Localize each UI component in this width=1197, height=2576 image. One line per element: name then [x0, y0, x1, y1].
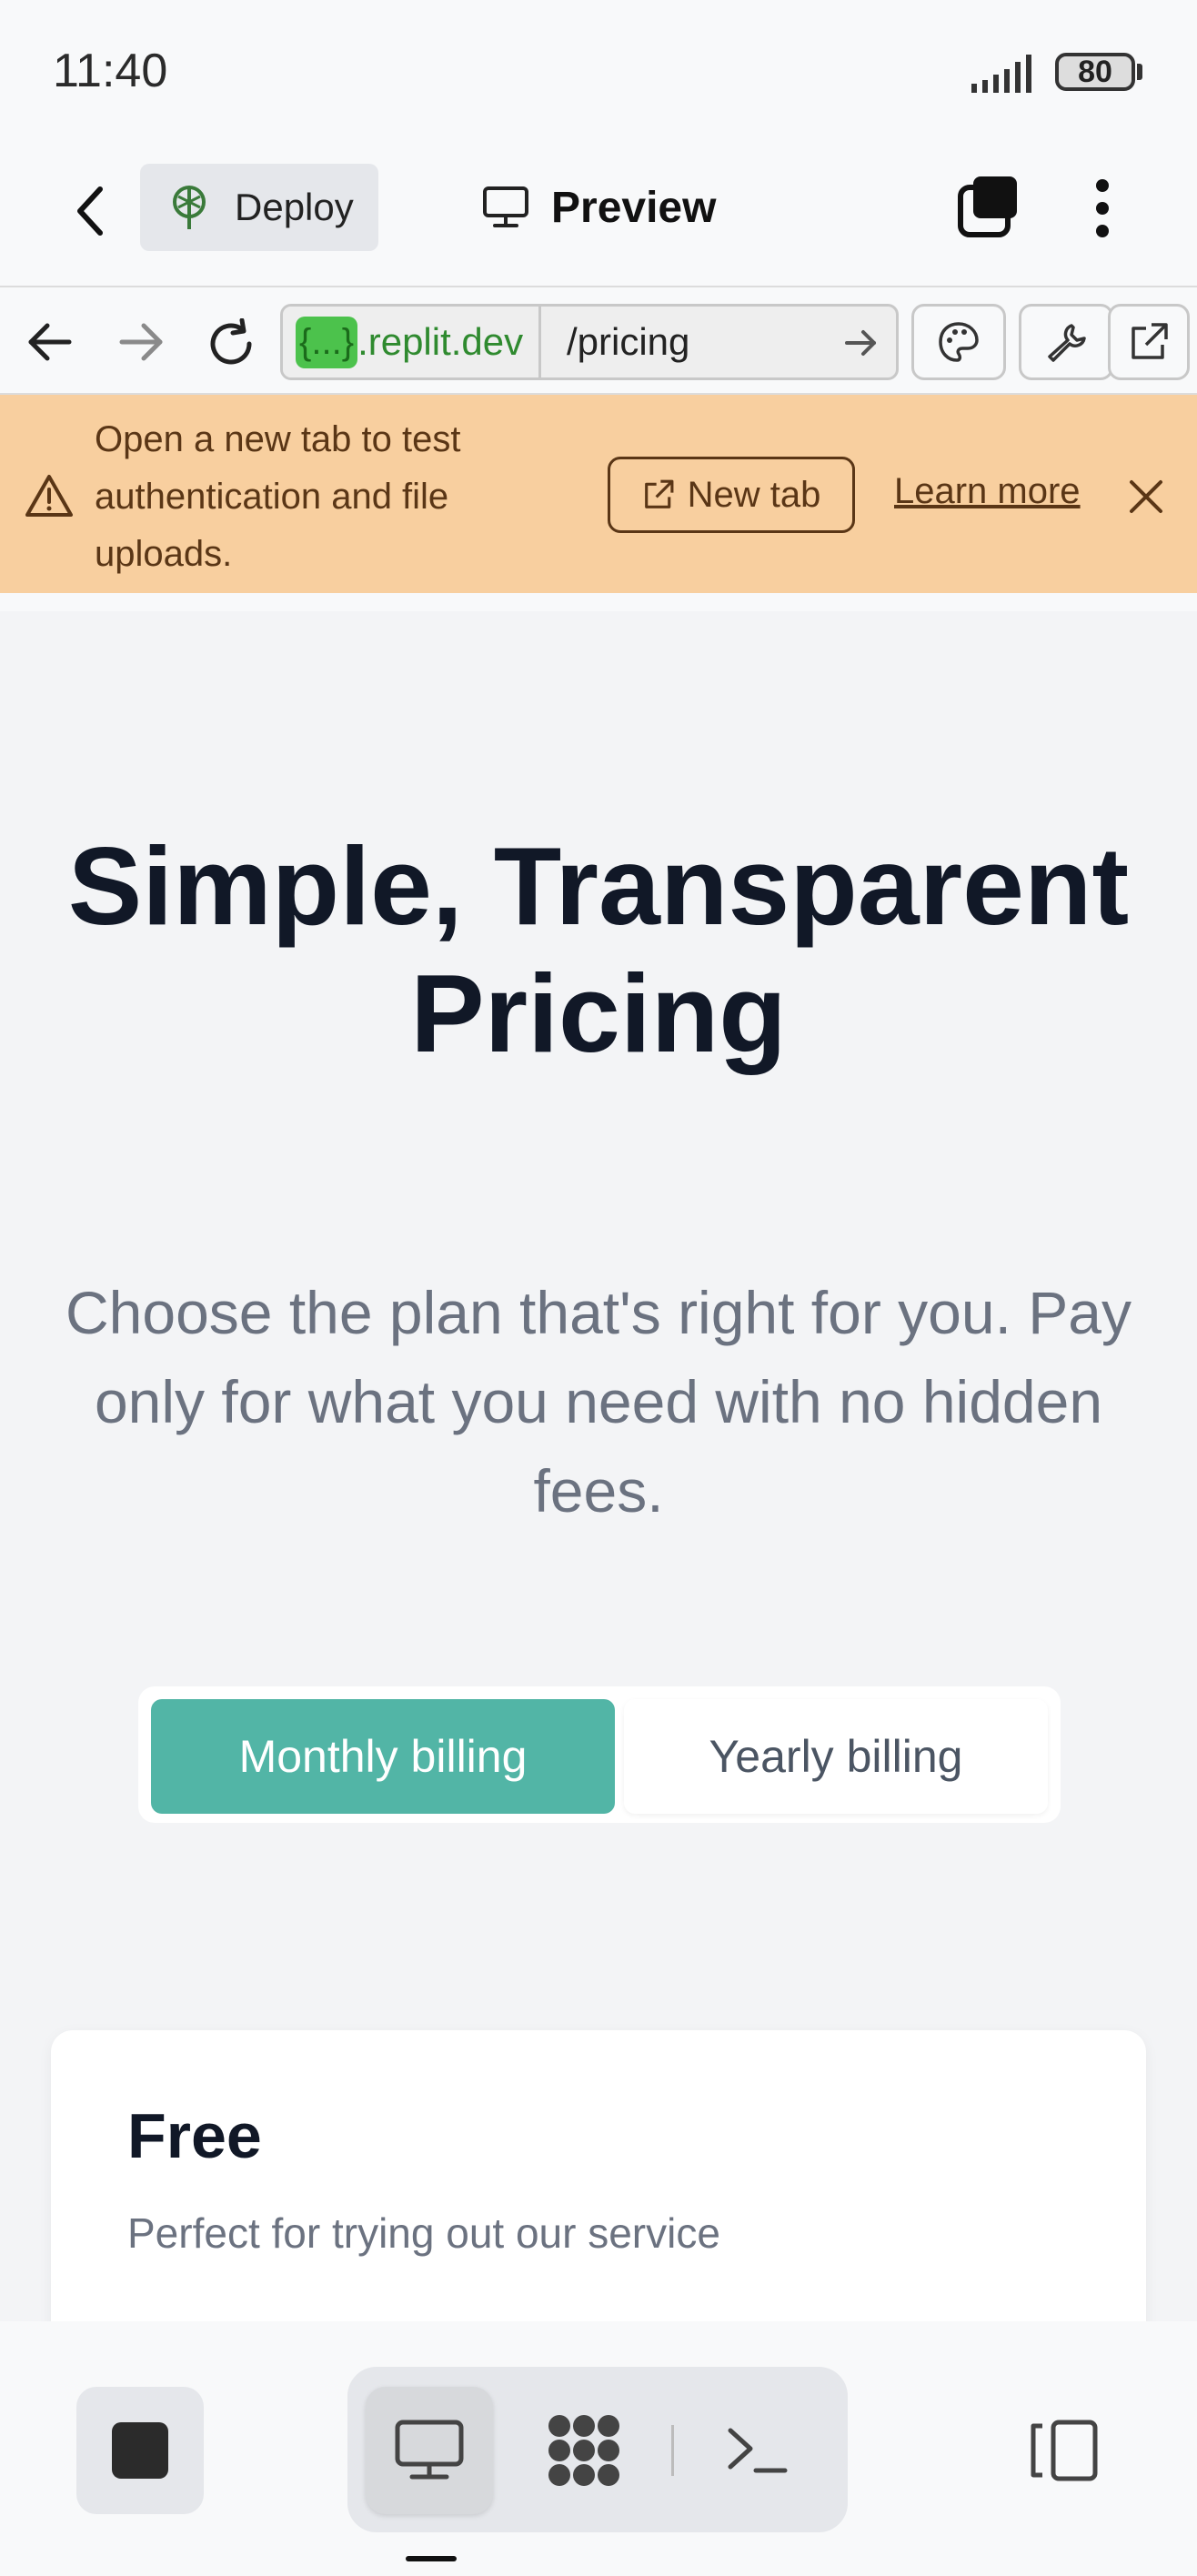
tabs-icon[interactable] — [957, 175, 1021, 238]
battery-indicator: 80 — [1055, 53, 1135, 91]
bottom-toolbar — [0, 2321, 1197, 2576]
page-title: Simple, Transparent Pricing — [67, 824, 1130, 1075]
agent-icon — [548, 2415, 619, 2486]
battery-level: 80 — [1078, 54, 1112, 89]
banner-message: Open a new tab to test authentication an… — [95, 419, 461, 574]
deploy-button[interactable]: Deploy — [140, 164, 378, 251]
yearly-billing-button[interactable]: Yearly billing — [624, 1699, 1048, 1814]
battery-tip — [1137, 64, 1142, 80]
plan-description: Perfect for trying out our service — [127, 2209, 720, 2257]
new-tab-icon — [644, 479, 674, 508]
forward-icon[interactable] — [118, 322, 164, 362]
agent-view-button[interactable] — [520, 2387, 648, 2514]
open-external-button[interactable] — [1108, 304, 1190, 380]
more-icon[interactable] — [1086, 176, 1119, 240]
go-icon[interactable] — [843, 325, 880, 361]
page-subtitle: Choose the plan that's right for you. Pa… — [65, 1279, 1132, 1524]
signal-icon — [971, 55, 1031, 93]
stop-button[interactable] — [76, 2387, 204, 2514]
app-toolbar: Deploy Preview — [0, 146, 1197, 287]
status-bar: 11:40 80 — [0, 0, 1197, 146]
url-domain: {...} .replit.dev — [283, 307, 541, 377]
terminal-view-button[interactable] — [693, 2387, 820, 2514]
back-icon[interactable] — [69, 184, 113, 238]
new-tab-button[interactable]: New tab — [608, 457, 855, 533]
browser-back-icon[interactable] — [27, 322, 73, 362]
deploy-icon — [173, 186, 206, 229]
close-icon[interactable] — [1128, 478, 1164, 515]
preview-label: Preview — [551, 183, 717, 232]
palette-icon — [939, 322, 979, 362]
url-badge: {...} — [296, 316, 358, 368]
view-switcher — [347, 2367, 848, 2532]
monthly-billing-button[interactable]: Monthly billing — [151, 1699, 615, 1814]
side-panel-icon — [1031, 2420, 1098, 2481]
stop-icon — [112, 2422, 168, 2479]
devtools-button[interactable] — [1019, 304, 1113, 380]
page-content: Simple, Transparent Pricing Choose the p… — [0, 611, 1197, 2321]
deploy-label: Deploy — [235, 186, 354, 228]
plan-name: Free — [127, 2100, 262, 2171]
terminal-icon — [728, 2428, 788, 2473]
status-time: 11:40 — [53, 45, 168, 97]
warning-icon — [25, 475, 73, 517]
side-panel-button[interactable] — [1001, 2387, 1128, 2514]
url-path-input[interactable]: /pricing — [567, 307, 689, 377]
theme-button[interactable] — [911, 304, 1006, 380]
info-banner: Open a new tab to test authentication an… — [0, 395, 1197, 593]
desktop-icon — [395, 2420, 464, 2480]
tab-preview[interactable]: Preview — [482, 178, 716, 236]
browser-bar: {...} .replit.dev /pricing — [0, 289, 1197, 395]
new-tab-label: New tab — [687, 474, 821, 515]
url-host: .replit.dev — [357, 320, 524, 363]
external-link-icon — [1132, 323, 1168, 359]
desktop-view-button[interactable] — [366, 2387, 493, 2514]
wrench-icon — [1048, 324, 1086, 362]
home-indicator — [406, 2556, 457, 2561]
billing-toggle: Monthly billing Yearly billing — [138, 1686, 1061, 1823]
monitor-icon — [483, 186, 528, 227]
learn-more-link[interactable]: Learn more — [894, 471, 1081, 512]
url-bar[interactable]: {...} .replit.dev /pricing — [280, 304, 899, 380]
view-divider — [671, 2425, 674, 2476]
reload-icon[interactable] — [206, 318, 256, 369]
plan-card-free: Free Perfect for trying out our service — [51, 2030, 1146, 2321]
